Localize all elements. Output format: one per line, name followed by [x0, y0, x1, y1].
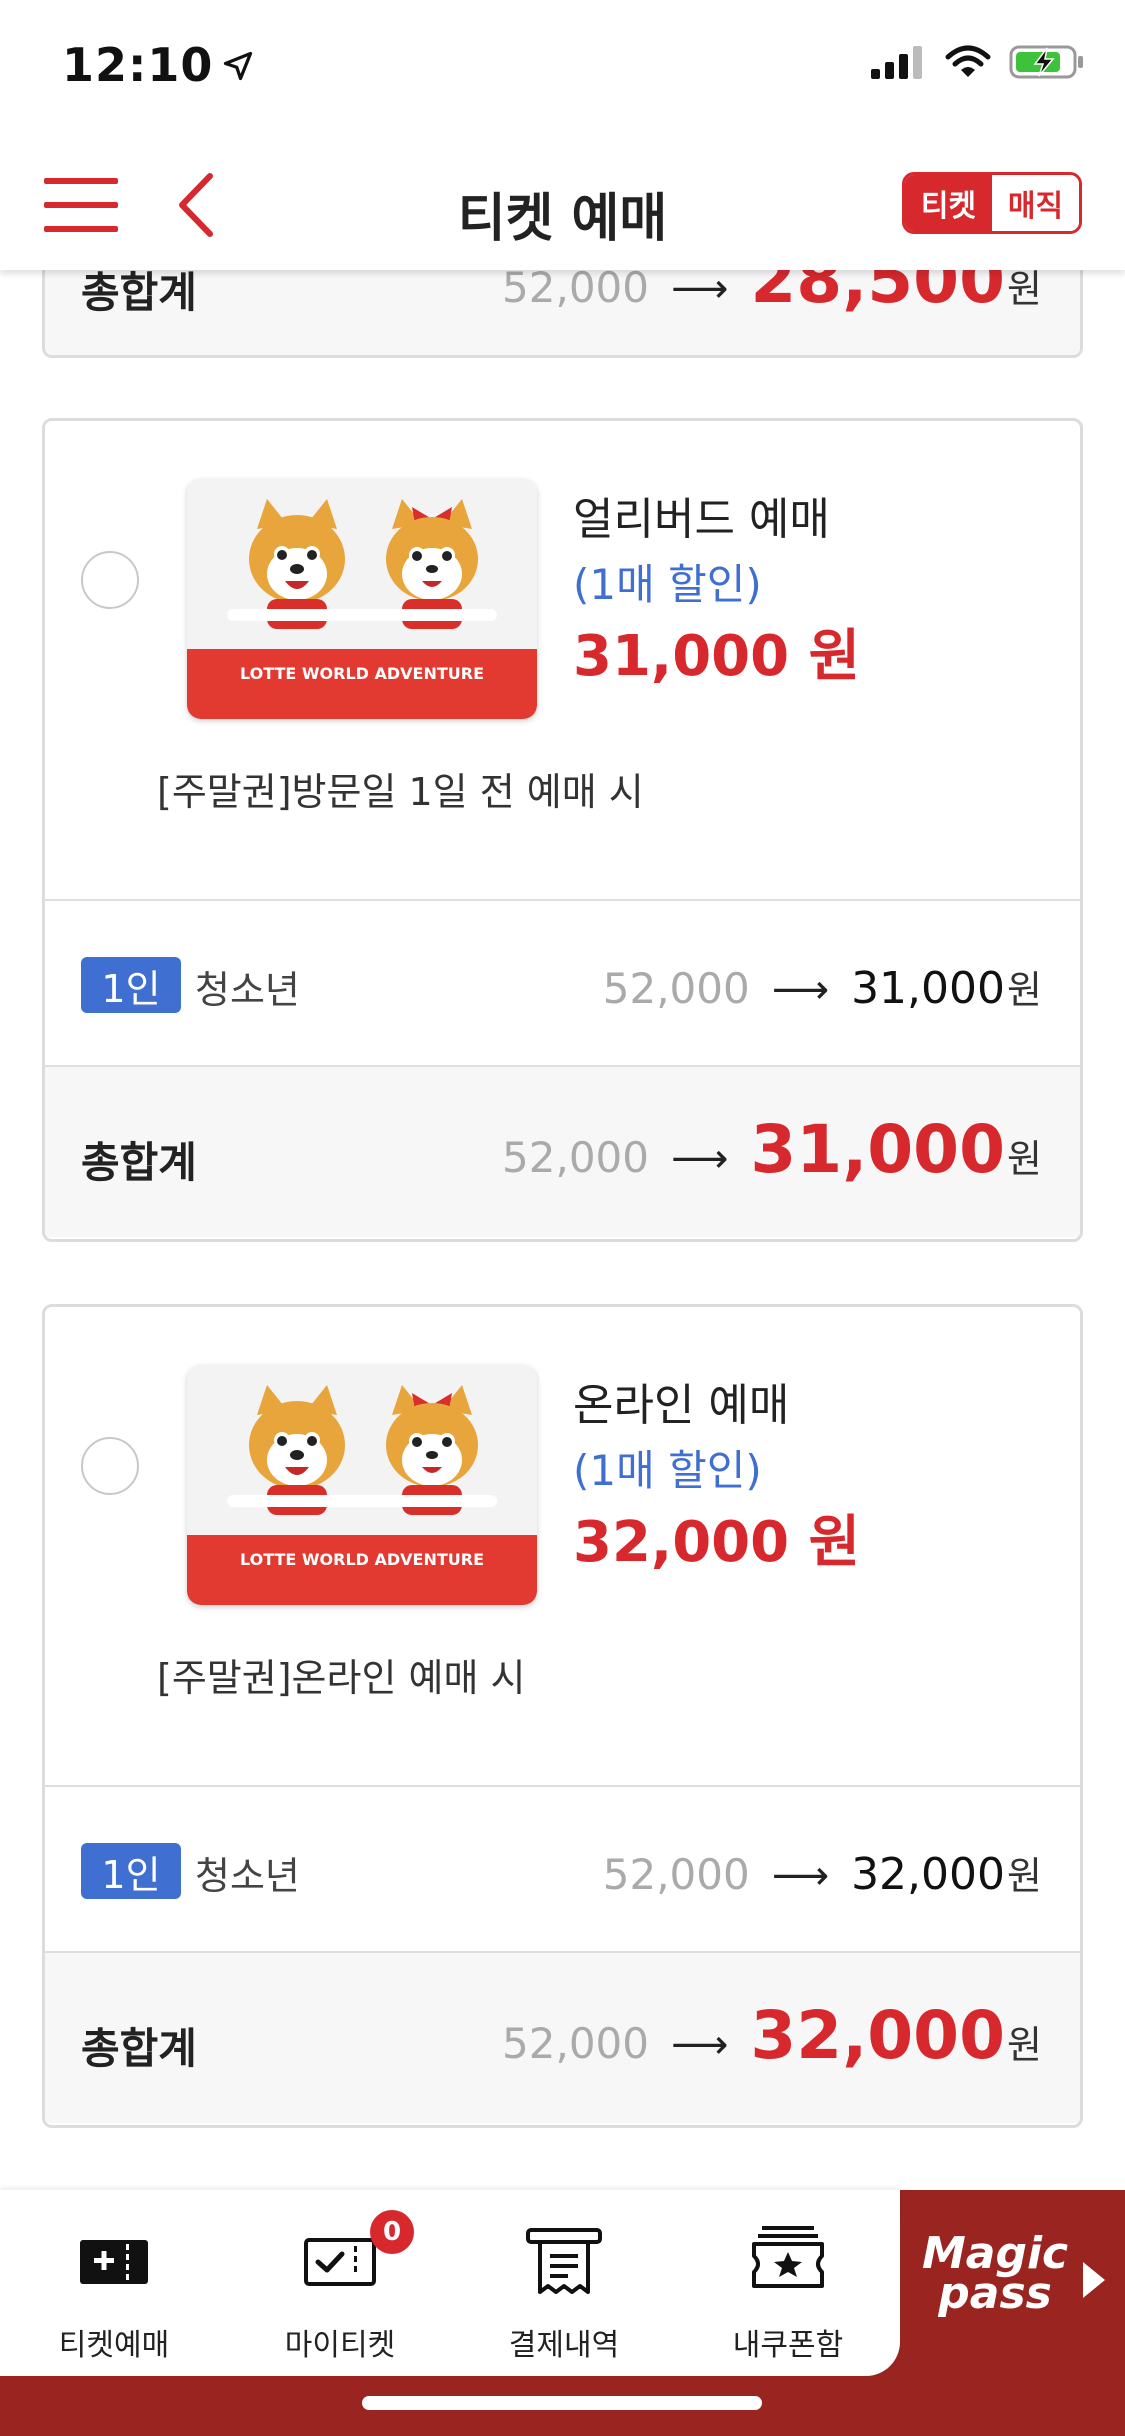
ticket-card: LOTTE WORLD ADVENTURE 온라인 예매 (1매 할인) 32,… — [42, 1304, 1083, 2128]
signal-icon — [871, 46, 922, 79]
mascots-icon — [227, 1385, 497, 1515]
ticket-count-badge: 0 — [370, 2210, 414, 2254]
play-arrow-icon — [1083, 2262, 1105, 2298]
status-icons — [871, 44, 1085, 80]
ticket-image: LOTTE WORLD ADVENTURE — [187, 1365, 537, 1605]
original-price: 52,000 — [502, 1133, 649, 1182]
total-final-price: 31,000 — [750, 1111, 1006, 1188]
ticket-radio[interactable] — [81, 551, 139, 609]
original-price: 52,000 — [602, 1850, 750, 1899]
ticket-description: [주말권]온라인 예매 시 — [157, 1656, 526, 1700]
ticket-info: LOTTE WORLD ADVENTURE 얼리버드 예매 (1매 할인) 31… — [45, 421, 1080, 901]
wifi-icon — [945, 45, 991, 77]
tab-label: 내쿠폰함 — [732, 2328, 844, 2363]
home-indicator[interactable] — [362, 2396, 762, 2410]
ticket-price: 31,000 원 — [573, 624, 861, 689]
ticket-check-icon — [304, 2238, 376, 2286]
person-count-badge: 1인 — [81, 957, 181, 1013]
ticket-discount: (1매 할인) — [573, 560, 762, 609]
final-price: 32,000 — [851, 1849, 1006, 1900]
mascots-icon — [227, 499, 497, 629]
person-row: 1인 청소년 52,000 ⟶ 31,000 원 — [45, 901, 1080, 1067]
magic-pass-line2: pass — [938, 2268, 1052, 2319]
ticket-brand-text: LOTTE WORLD ADVENTURE — [187, 1535, 537, 1605]
battery-charging-icon — [1009, 45, 1083, 79]
toggle-ticket[interactable]: 티켓 — [905, 175, 992, 231]
total-label: 총합계 — [81, 1138, 197, 1187]
original-price: 52,000 — [602, 964, 750, 1013]
magic-pass-button[interactable]: Magic pass — [900, 2190, 1125, 2376]
total-final-price: 32,000 — [750, 1997, 1006, 2074]
ticket-brand-text: LOTTE WORLD ADVENTURE — [187, 649, 537, 719]
status-time: 12:10 — [62, 38, 253, 92]
final-price: 31,000 — [851, 963, 1006, 1014]
ticket-magic-toggle[interactable]: 티켓 매직 — [902, 172, 1082, 234]
total-price-line: 52,000 ⟶ 32,000 원 — [502, 1997, 1042, 2074]
total-label: 총합계 — [81, 2024, 197, 2073]
original-price: 52,000 — [502, 2019, 649, 2068]
ticket-name: 온라인 예매 — [573, 1380, 790, 1431]
person-type: 청소년 — [195, 1854, 300, 1898]
original-price: 52,000 — [502, 263, 649, 312]
clock-text: 12:10 — [62, 38, 214, 92]
status-bar: 12:10 — [0, 0, 1125, 140]
row-price-line: 52,000 ⟶ 31,000 원 — [603, 959, 1042, 1014]
currency-unit: 원 — [1007, 1137, 1042, 1181]
ticket-list[interactable]: 총합계 52,000 ⟶ 28,500 원 LOTTE WORLD ADVENT… — [0, 0, 1125, 2436]
coupon-star-icon — [752, 2226, 824, 2288]
menu-line-icon — [44, 226, 118, 232]
tab-my-ticket[interactable]: 0 마이티켓 — [240, 2210, 440, 2364]
location-arrow-icon — [224, 51, 253, 81]
row-price-line: 52,000 ⟶ 32,000 원 — [603, 1845, 1042, 1900]
ticket-radio[interactable] — [81, 1437, 139, 1495]
ticket-name: 얼리버드 예매 — [573, 494, 830, 545]
total-price-line: 52,000 ⟶ 31,000 원 — [502, 1111, 1042, 1188]
arrow-right-icon: ⟶ — [771, 1853, 830, 1899]
magic-pass-label: Magic pass — [922, 2232, 1068, 2316]
ticket-price: 32,000 원 — [573, 1510, 861, 1575]
arrow-right-icon: ⟶ — [671, 1136, 729, 1182]
arrow-right-icon: ⟶ — [671, 2022, 729, 2068]
toggle-magic[interactable]: 매직 — [992, 175, 1079, 231]
menu-button[interactable] — [44, 174, 118, 236]
tab-label: 마이티켓 — [284, 2328, 396, 2363]
tab-my-coupons[interactable]: 내쿠폰함 — [688, 2220, 888, 2364]
ticket-image: LOTTE WORLD ADVENTURE — [187, 479, 537, 719]
tab-payment-history[interactable]: 결제내역 — [464, 2220, 664, 2364]
tab-ticket-booking[interactable]: 티켓예매 — [14, 2220, 214, 2364]
currency-unit: 원 — [1007, 2023, 1042, 2067]
tab-label: 결제내역 — [508, 2328, 620, 2363]
arrow-right-icon: ⟶ — [771, 967, 830, 1013]
person-type: 청소년 — [195, 968, 300, 1012]
nav-header: 티켓 예매 티켓 매직 — [0, 140, 1125, 270]
person-count-badge: 1인 — [81, 1843, 181, 1899]
ticket-discount: (1매 할인) — [573, 1446, 762, 1495]
tabbar-panel: 티켓예매 0 마이티켓 결제내역 내쿠폰함 — [0, 2190, 900, 2376]
back-chevron-icon[interactable] — [172, 170, 222, 240]
person-row: 1인 청소년 52,000 ⟶ 32,000 원 — [45, 1787, 1080, 1953]
total-row: 총합계 52,000 ⟶ 31,000 원 — [45, 1067, 1080, 1237]
ticket-description: [주말권]방문일 1일 전 예매 시 — [157, 770, 644, 814]
currency-unit: 원 — [1007, 1854, 1042, 1898]
receipt-icon — [526, 2228, 602, 2294]
total-row: 총합계 52,000 ⟶ 32,000 원 — [45, 1953, 1080, 2123]
menu-line-icon — [44, 178, 118, 184]
mascot-illustration — [187, 479, 537, 649]
arrow-right-icon: ⟶ — [671, 266, 729, 312]
ticket-plus-icon — [80, 2240, 148, 2284]
ticket-card: LOTTE WORLD ADVENTURE 얼리버드 예매 (1매 할인) 31… — [42, 418, 1083, 1242]
menu-line-icon — [44, 202, 118, 208]
tab-label: 티켓예매 — [58, 2328, 170, 2363]
mascot-illustration — [187, 1365, 537, 1535]
currency-unit: 원 — [1007, 968, 1042, 1012]
ticket-info: LOTTE WORLD ADVENTURE 온라인 예매 (1매 할인) 32,… — [45, 1307, 1080, 1787]
